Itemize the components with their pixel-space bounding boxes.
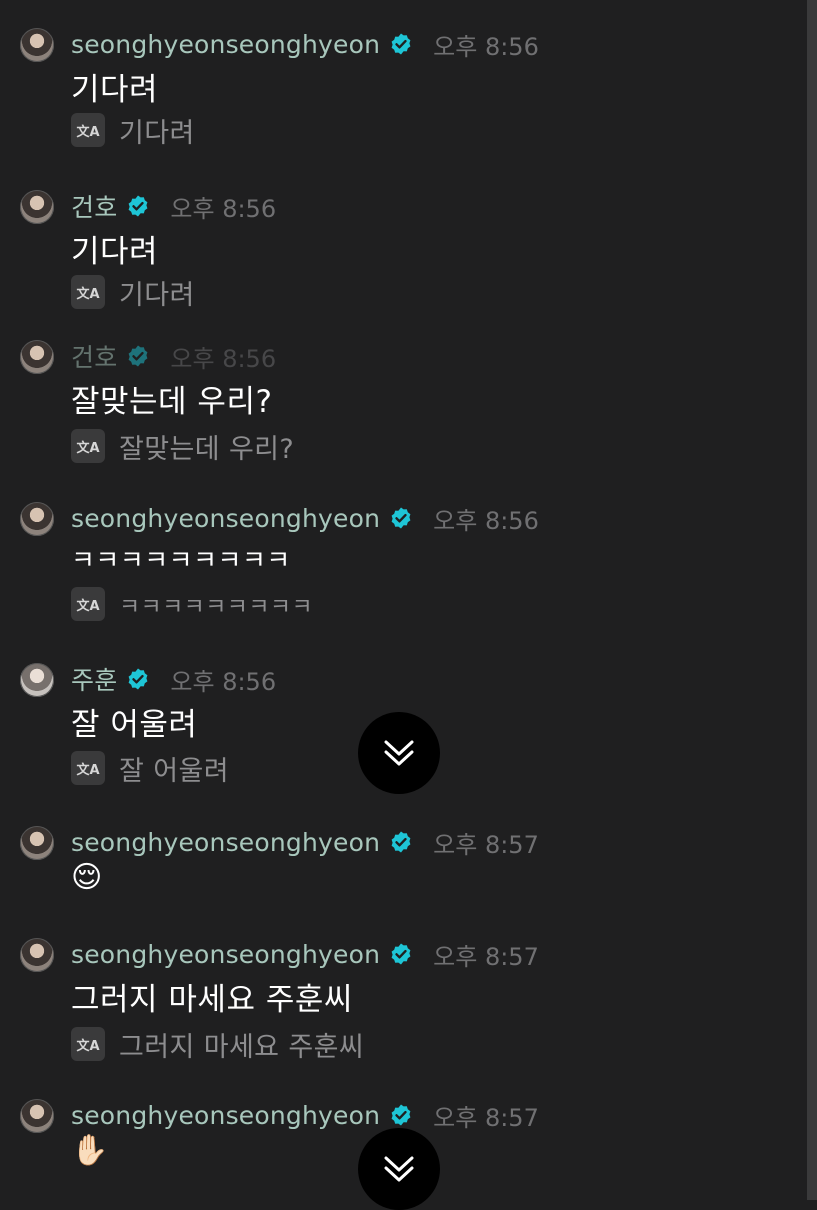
timestamp: 오후 8:56 xyxy=(170,667,277,696)
avatar[interactable] xyxy=(20,340,54,374)
avatar[interactable] xyxy=(20,190,54,224)
username[interactable]: seonghyeonseonghyeon xyxy=(71,940,380,969)
translation-row[interactable]: 文A 기다려 xyxy=(71,113,195,149)
scroll-down-button[interactable] xyxy=(358,712,440,794)
avatar[interactable] xyxy=(20,502,54,536)
message-header: 주훈 오후 8:56 xyxy=(71,661,276,697)
translation-row[interactable]: 文A 잘맞는데 우리? xyxy=(71,429,295,465)
timestamp: 오후 8:56 xyxy=(433,506,539,535)
translation-row[interactable]: 文A 기다려 xyxy=(71,275,195,311)
username[interactable]: seonghyeonseonghyeon xyxy=(71,1101,380,1130)
timestamp: 오후 8:57 xyxy=(433,830,539,859)
translation-row[interactable]: 文A 잘 어울려 xyxy=(71,751,229,787)
message-text: 기다려 xyxy=(71,234,159,270)
verified-badge-icon xyxy=(129,195,148,217)
scroll-down-button[interactable] xyxy=(358,1128,440,1210)
timestamp: 오후 8:57 xyxy=(433,942,539,971)
avatar[interactable] xyxy=(20,663,54,697)
message-text: 기다려 xyxy=(71,72,159,108)
username[interactable]: 건호 xyxy=(71,338,117,374)
translate-icon[interactable]: 文A xyxy=(71,1027,105,1061)
message-header: 건호 오후 8:56 xyxy=(71,338,276,374)
verified-badge-icon xyxy=(391,943,411,965)
message-emoji: 😌 xyxy=(71,860,103,895)
translate-icon[interactable]: 文A xyxy=(71,429,105,463)
username[interactable]: seonghyeonseonghyeon xyxy=(71,828,380,857)
right-edge-bar xyxy=(807,0,817,1200)
message-header: seonghyeonseonghyeon 오후 8:57 xyxy=(71,824,539,860)
timestamp: 오후 8:56 xyxy=(433,32,539,61)
username[interactable]: 주훈 xyxy=(71,661,117,697)
verified-badge-icon xyxy=(391,33,411,55)
message-text: 그러지 마세요 주훈씨 xyxy=(71,982,353,1018)
message-header: seonghyeonseonghyeon 오후 8:57 xyxy=(71,1097,539,1133)
translation-text: 기다려 xyxy=(119,279,195,311)
verified-badge-icon xyxy=(391,831,411,853)
translation-row[interactable]: 文A ㅋㅋㅋㅋㅋㅋㅋㅋㅋ xyxy=(71,587,313,621)
verified-badge-icon xyxy=(391,1104,411,1126)
avatar[interactable] xyxy=(20,1099,54,1133)
verified-badge-icon xyxy=(129,345,148,367)
username[interactable]: seonghyeonseonghyeon xyxy=(71,504,380,533)
message-emoji: ✋🏻 xyxy=(71,1133,109,1168)
translation-text: 기다려 xyxy=(119,117,195,149)
username[interactable]: seonghyeonseonghyeon xyxy=(71,30,380,59)
translation-text: 그러지 마세요 주훈씨 xyxy=(119,1031,365,1063)
double-chevron-down-icon xyxy=(384,740,414,766)
translation-text: 잘 어울려 xyxy=(119,755,229,787)
translate-icon[interactable]: 文A xyxy=(71,275,105,309)
timestamp: 오후 8:56 xyxy=(170,344,277,373)
verified-badge-icon xyxy=(391,507,411,529)
translate-icon[interactable]: 文A xyxy=(71,587,105,621)
avatar[interactable] xyxy=(20,938,54,972)
message-text: 잘맞는데 우리? xyxy=(71,384,273,420)
message-header: seonghyeonseonghyeon 오후 8:56 xyxy=(71,26,539,62)
message-text: 잘 어울려 xyxy=(71,707,198,743)
message-header: 건호 오후 8:56 xyxy=(71,188,276,224)
translation-text: 잘맞는데 우리? xyxy=(119,433,295,465)
avatar[interactable] xyxy=(20,826,54,860)
avatar[interactable] xyxy=(20,28,54,62)
username[interactable]: 건호 xyxy=(71,188,117,224)
message-text: ㅋㅋㅋㅋㅋㅋㅋㅋㅋ xyxy=(71,546,291,576)
message-header: seonghyeonseonghyeon 오후 8:56 xyxy=(71,500,539,536)
translate-icon[interactable]: 文A xyxy=(71,113,105,147)
message-header: seonghyeonseonghyeon 오후 8:57 xyxy=(71,936,539,972)
translate-icon[interactable]: 文A xyxy=(71,751,105,785)
verified-badge-icon xyxy=(129,668,148,690)
double-chevron-down-icon xyxy=(384,1156,414,1182)
timestamp: 오후 8:56 xyxy=(170,194,277,223)
translation-text: ㅋㅋㅋㅋㅋㅋㅋㅋㅋ xyxy=(119,594,314,620)
translation-row[interactable]: 文A 그러지 마세요 주훈씨 xyxy=(71,1027,365,1063)
timestamp: 오후 8:57 xyxy=(433,1103,539,1132)
